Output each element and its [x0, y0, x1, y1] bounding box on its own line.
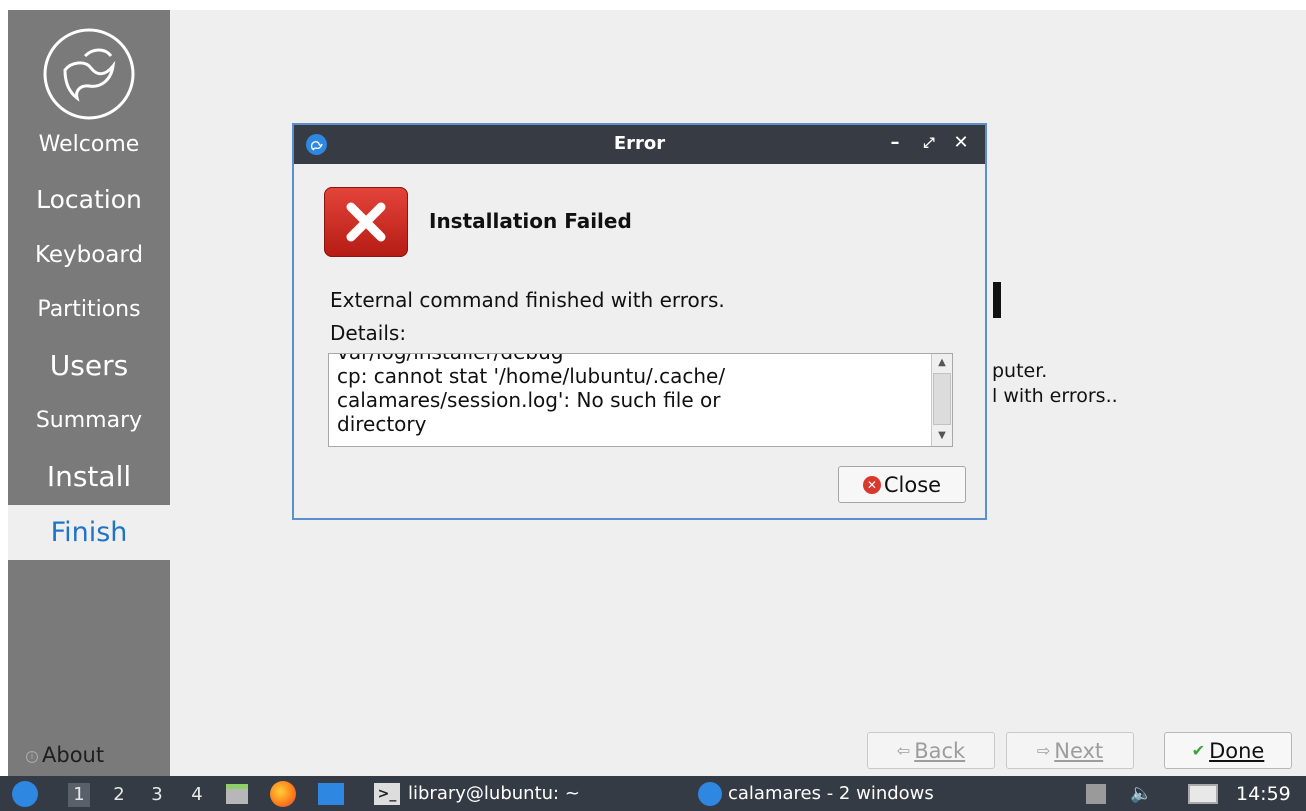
workspace-2[interactable]: 2: [108, 783, 130, 807]
step-users: Users: [8, 338, 170, 393]
about-button[interactable]: i About: [26, 743, 104, 767]
clock-time: 14:59: [1236, 782, 1291, 805]
step-keyboard: Keyboard: [8, 227, 170, 282]
terminal-icon: >_: [374, 782, 400, 805]
step-finish: Finish: [8, 505, 170, 560]
error-dialog: Error – ⤢ ✕ Installation Failed External…: [292, 123, 987, 520]
file-manager-icon: [226, 783, 248, 804]
firefox-icon: [270, 780, 296, 807]
start-menu-button[interactable]: [12, 776, 38, 811]
task-calamares[interactable]: calamares - 2 windows: [698, 776, 934, 811]
step-location: Location: [8, 172, 170, 227]
dialog-heading: Installation Failed: [429, 209, 632, 233]
dialog-titlebar[interactable]: Error – ⤢ ✕: [294, 125, 985, 164]
back-label: Back: [914, 738, 966, 763]
step-install: Install: [8, 449, 170, 504]
details-line: directory: [337, 412, 427, 436]
eject-icon: [1086, 783, 1106, 804]
step-summary: Summary: [8, 393, 170, 448]
step-welcome: Welcome: [8, 117, 170, 172]
step-label: Location: [36, 185, 142, 214]
next-button[interactable]: ⇨ Next: [1006, 732, 1134, 769]
details-label: Details:: [330, 321, 407, 345]
step-label: Partitions: [37, 297, 141, 322]
error-icon: [324, 187, 408, 257]
scroll-down-icon[interactable]: ▼: [932, 427, 952, 445]
volume-button[interactable]: 🔈: [1130, 776, 1152, 811]
task-terminal[interactable]: >_ library@lubuntu: ~: [374, 776, 580, 811]
finish-text-line2: l with errors..: [992, 385, 1118, 407]
workspace-1[interactable]: 1: [68, 783, 90, 807]
speaker-icon: 🔈: [1130, 783, 1153, 804]
step-label: Summary: [35, 408, 143, 433]
info-icon: i: [26, 751, 38, 763]
workspace-4[interactable]: 4: [186, 783, 208, 807]
network-icon: [1188, 783, 1218, 804]
details-line: calamares/session.log': No such file or: [337, 388, 721, 412]
details-line: cp: cannot stat '/home/lubuntu/.cache/: [337, 364, 726, 388]
file-manager-launcher[interactable]: [226, 776, 248, 811]
finish-heading-fragment: [993, 282, 1001, 318]
step-label: Finish: [50, 517, 128, 548]
eject-tray-button[interactable]: [1086, 776, 1106, 811]
details-line: var/log/installer/debug: [337, 354, 927, 364]
close-label: Close: [883, 472, 942, 497]
finish-text-line1: puter.: [992, 360, 1048, 382]
step-partitions: Partitions: [8, 282, 170, 337]
scroll-up-icon[interactable]: ▲: [932, 354, 952, 372]
step-label: Users: [49, 349, 129, 382]
minimize-icon[interactable]: –: [884, 131, 906, 155]
next-label: Next: [1054, 738, 1104, 763]
back-button[interactable]: ⇦ Back: [867, 732, 995, 769]
error-message: External command finished with errors.: [330, 288, 725, 312]
workspace-3[interactable]: 3: [146, 783, 168, 807]
lubuntu-logo: [41, 26, 137, 122]
details-text: var/log/installer/debug cp: cannot stat …: [337, 354, 927, 436]
lubuntu-menu-icon: [12, 780, 38, 807]
close-circle-icon: ✕: [862, 475, 881, 494]
show-desktop-icon: [318, 782, 344, 805]
dialog-title: Error: [613, 133, 666, 154]
done-button[interactable]: ✔ Done: [1164, 732, 1292, 769]
checkmark-icon: ✔: [1191, 741, 1206, 760]
task-label: library@lubuntu: ~: [408, 783, 580, 804]
firefox-launcher[interactable]: [270, 776, 296, 811]
done-label: Done: [1209, 738, 1265, 763]
step-label: Welcome: [38, 132, 140, 157]
close-button[interactable]: ✕ Close: [838, 466, 966, 503]
details-scrollbar[interactable]: ▲ ▼: [931, 354, 952, 446]
maximize-icon[interactable]: ⤢: [918, 131, 940, 155]
about-label: About: [42, 743, 105, 767]
calamares-icon: [698, 781, 722, 806]
clock[interactable]: 14:59: [1236, 776, 1291, 811]
arrow-left-icon: ⇦: [896, 741, 911, 760]
sidebar: Welcome Location Keyboard Partitions Use…: [8, 10, 170, 776]
step-label: Keyboard: [34, 241, 144, 268]
task-label: calamares - 2 windows: [728, 783, 934, 804]
scrollbar-thumb[interactable]: [933, 373, 951, 425]
step-label: Install: [46, 460, 132, 493]
close-icon[interactable]: ✕: [950, 131, 972, 155]
taskbar: 1 2 3 4 >_ library@lubuntu: ~ calamares …: [0, 776, 1306, 811]
network-button[interactable]: [1188, 776, 1218, 811]
arrow-right-icon: ⇨: [1036, 741, 1051, 760]
details-textarea[interactable]: var/log/installer/debug cp: cannot stat …: [328, 353, 953, 447]
desktop-launcher[interactable]: [318, 776, 344, 811]
